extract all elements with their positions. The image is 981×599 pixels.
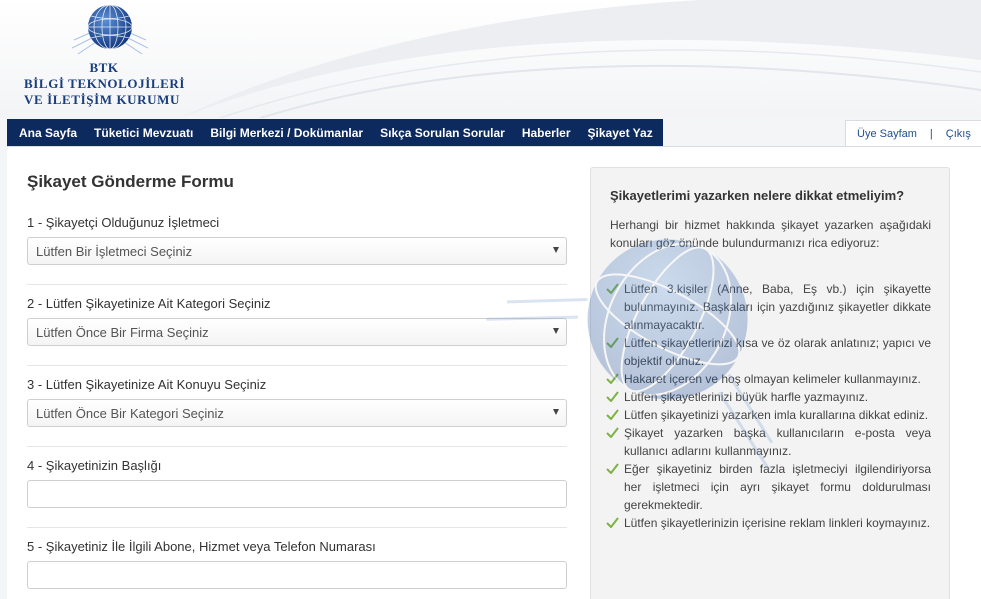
globe-icon	[72, 4, 148, 55]
tip-text: Şikayet yazarken başka kullanıcıların e-…	[624, 426, 931, 458]
subject-select-value: Lütfen Önce Bir Kategori Seçiniz	[36, 405, 224, 421]
checkmark-icon	[606, 463, 619, 474]
checkmark-icon	[606, 283, 619, 294]
list-item: Eğer şikayetiniz birden fazla işletmeciy…	[604, 460, 931, 514]
tip-text: Eğer şikayetiniz birden fazla işletmeciy…	[624, 462, 931, 512]
checkmark-icon	[606, 337, 619, 348]
logo-text-line1: BİLGİ TEKNOLOJİLERİ	[24, 76, 186, 91]
nav-item-ana-sayfa[interactable]: Ana Sayfa	[19, 126, 77, 140]
operator-select[interactable]: Lütfen Bir İşletmeci Seçiniz	[27, 237, 567, 265]
caret-down-icon	[553, 328, 559, 334]
guidelines-panel: Şikayetlerimi yazarken nelere dikkat etm…	[590, 167, 950, 599]
logo-acronym: BTK	[89, 60, 119, 75]
logo-text-line2: VE İLETİŞİM KURUMU	[24, 92, 180, 107]
user-nav-separator: |	[929, 127, 933, 140]
field-divider	[27, 284, 567, 285]
tip-text: Lütfen şikayetlerinizin içerisine reklam…	[624, 516, 931, 530]
tip-text: Lütfen 3.kişiler (Anne, Baba, Eş vb.) iç…	[624, 282, 931, 332]
btk-logo[interactable]: BTK BİLGİ TEKNOLOJİLERİ VE İLETİŞİM KURU…	[14, 2, 194, 112]
field-label-subscriber-number: 5 - Şikayetiniz İle İlgili Abone, Hizmet…	[27, 539, 376, 554]
field-label-operator: 1 - Şikayetçi Olduğunuz İşletmeci	[27, 215, 220, 230]
caret-down-icon	[553, 247, 559, 253]
checkmark-icon	[606, 427, 619, 438]
list-item: Lütfen 3.kişiler (Anne, Baba, Eş vb.) iç…	[604, 280, 931, 334]
nav-item-sikayet-yaz[interactable]: Şikayet Yaz	[588, 126, 653, 140]
field-divider	[27, 365, 567, 366]
profile-link[interactable]: Üye Sayfam	[857, 128, 917, 140]
panel-title: Şikayetlerimi yazarken nelere dikkat etm…	[610, 188, 905, 203]
panel-intro: Herhangi bir hizmet hakkında şikayet yaz…	[610, 218, 931, 250]
site-header: BTK BİLGİ TEKNOLOJİLERİ VE İLETİŞİM KURU…	[0, 0, 981, 118]
category-select[interactable]: Lütfen Önce Bir Firma Seçiniz	[27, 318, 567, 346]
category-select-value: Lütfen Önce Bir Firma Seçiniz	[36, 324, 209, 340]
tip-text: Lütfen şikayetlerinizi kısa ve öz olarak…	[624, 336, 931, 368]
main-content: Şikayet Gönderme Formu 1 - Şikayetçi Old…	[7, 147, 981, 599]
main-nav: Ana Sayfa Tüketici Mevzuatı Bilgi Merkez…	[7, 119, 663, 146]
nav-item-sss[interactable]: Sıkça Sorulan Sorular	[380, 126, 505, 140]
field-divider	[27, 446, 567, 447]
field-label-title: 4 - Şikayetinizin Başlığı	[27, 458, 162, 473]
operator-select-value: Lütfen Bir İşletmeci Seçiniz	[36, 243, 193, 259]
checkmark-icon	[606, 373, 619, 384]
list-item: Şikayet yazarken başka kullanıcıların e-…	[604, 424, 931, 460]
form-title: Şikayet Gönderme Formu	[27, 172, 234, 191]
list-item: Hakaret içeren ve hoş olmayan kelimeler …	[604, 370, 931, 388]
tips-list: Lütfen 3.kişiler (Anne, Baba, Eş vb.) iç…	[604, 280, 931, 532]
nav-item-haberler[interactable]: Haberler	[522, 126, 571, 140]
logout-link[interactable]: Çıkış	[946, 128, 971, 140]
list-item: Lütfen şikayetlerinizin içerisine reklam…	[604, 514, 931, 532]
nav-item-tuketici-mevzuati[interactable]: Tüketici Mevzuatı	[94, 126, 193, 140]
complaint-title-input[interactable]	[27, 480, 567, 508]
caret-down-icon	[553, 409, 559, 415]
checkmark-icon	[606, 517, 619, 528]
tip-text: Lütfen şikayetlerinizi büyük harfle yazm…	[624, 390, 869, 404]
field-label-category: 2 - Lütfen Şikayetinize Ait Kategori Seç…	[27, 296, 271, 311]
nav-item-bilgi-merkezi[interactable]: Bilgi Merkezi / Dokümanlar	[210, 126, 363, 140]
tip-text: Lütfen şikayetinizi yazarken imla kurall…	[624, 408, 929, 422]
checkmark-icon	[606, 391, 619, 402]
user-nav: Üye Sayfam | Çıkış	[845, 120, 981, 147]
list-item: Lütfen şikayetinizi yazarken imla kurall…	[604, 406, 931, 424]
field-label-subject: 3 - Lütfen Şikayetinize Ait Konuyu Seçin…	[27, 377, 267, 392]
tip-text: Hakaret içeren ve hoş olmayan kelimeler …	[624, 372, 921, 386]
list-item: Lütfen şikayetlerinizi kısa ve öz olarak…	[604, 334, 931, 370]
subject-select[interactable]: Lütfen Önce Bir Kategori Seçiniz	[27, 399, 567, 427]
list-item: Lütfen şikayetlerinizi büyük harfle yazm…	[604, 388, 931, 406]
checkmark-icon	[606, 409, 619, 420]
subscriber-number-input[interactable]	[27, 561, 567, 589]
field-divider	[27, 527, 567, 528]
